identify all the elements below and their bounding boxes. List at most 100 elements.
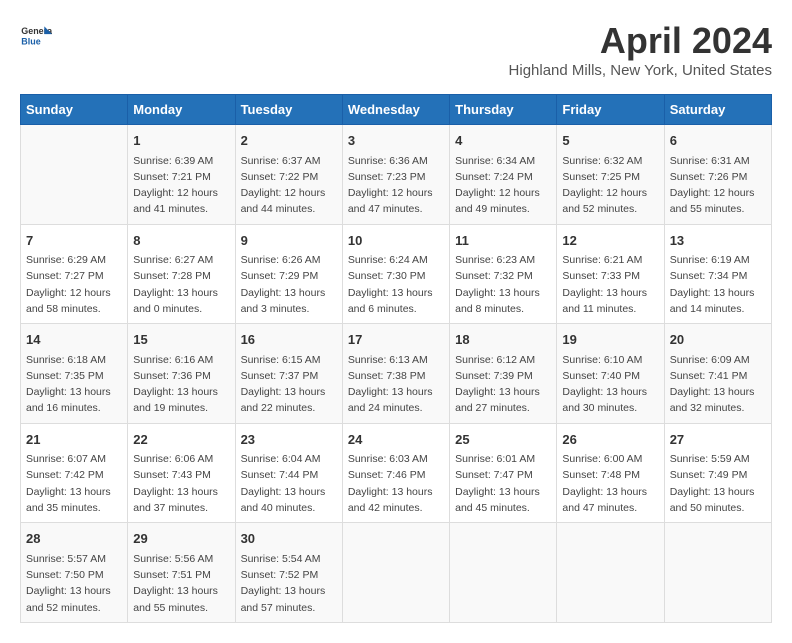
- calendar-cell: 7Sunrise: 6:29 AMSunset: 7:27 PMDaylight…: [21, 224, 128, 324]
- calendar-cell: 1Sunrise: 6:39 AMSunset: 7:21 PMDaylight…: [128, 125, 235, 225]
- calendar-cell: 5Sunrise: 6:32 AMSunset: 7:25 PMDaylight…: [557, 125, 664, 225]
- day-info: Sunrise: 6:03 AMSunset: 7:46 PMDaylight:…: [348, 451, 444, 516]
- day-number: 24: [348, 430, 444, 450]
- calendar-cell: [342, 523, 449, 623]
- calendar-cell: 16Sunrise: 6:15 AMSunset: 7:37 PMDayligh…: [235, 324, 342, 424]
- calendar-cell: 2Sunrise: 6:37 AMSunset: 7:22 PMDaylight…: [235, 125, 342, 225]
- calendar-cell: 18Sunrise: 6:12 AMSunset: 7:39 PMDayligh…: [450, 324, 557, 424]
- day-info: Sunrise: 6:26 AMSunset: 7:29 PMDaylight:…: [241, 252, 337, 317]
- day-number: 5: [562, 131, 658, 151]
- day-number: 29: [133, 529, 229, 549]
- day-info: Sunrise: 6:00 AMSunset: 7:48 PMDaylight:…: [562, 451, 658, 516]
- header-day-sunday: Sunday: [21, 95, 128, 125]
- day-info: Sunrise: 6:06 AMSunset: 7:43 PMDaylight:…: [133, 451, 229, 516]
- calendar-cell: 20Sunrise: 6:09 AMSunset: 7:41 PMDayligh…: [664, 324, 771, 424]
- day-info: Sunrise: 6:21 AMSunset: 7:33 PMDaylight:…: [562, 252, 658, 317]
- calendar-cell: 25Sunrise: 6:01 AMSunset: 7:47 PMDayligh…: [450, 423, 557, 523]
- calendar-cell: 6Sunrise: 6:31 AMSunset: 7:26 PMDaylight…: [664, 125, 771, 225]
- day-info: Sunrise: 6:07 AMSunset: 7:42 PMDaylight:…: [26, 451, 122, 516]
- calendar-cell: [557, 523, 664, 623]
- header-day-wednesday: Wednesday: [342, 95, 449, 125]
- day-number: 10: [348, 231, 444, 251]
- page-title: April 2024: [509, 20, 772, 62]
- day-info: Sunrise: 6:39 AMSunset: 7:21 PMDaylight:…: [133, 153, 229, 218]
- day-info: Sunrise: 5:56 AMSunset: 7:51 PMDaylight:…: [133, 551, 229, 616]
- day-number: 3: [348, 131, 444, 151]
- calendar-cell: 12Sunrise: 6:21 AMSunset: 7:33 PMDayligh…: [557, 224, 664, 324]
- day-number: 9: [241, 231, 337, 251]
- day-number: 28: [26, 529, 122, 549]
- calendar-header-row: SundayMondayTuesdayWednesdayThursdayFrid…: [21, 95, 772, 125]
- day-number: 16: [241, 330, 337, 350]
- calendar-cell: 17Sunrise: 6:13 AMSunset: 7:38 PMDayligh…: [342, 324, 449, 424]
- day-info: Sunrise: 6:01 AMSunset: 7:47 PMDaylight:…: [455, 451, 551, 516]
- day-number: 14: [26, 330, 122, 350]
- day-number: 21: [26, 430, 122, 450]
- day-info: Sunrise: 6:13 AMSunset: 7:38 PMDaylight:…: [348, 352, 444, 417]
- day-number: 11: [455, 231, 551, 251]
- day-info: Sunrise: 6:09 AMSunset: 7:41 PMDaylight:…: [670, 352, 766, 417]
- week-row-3: 14Sunrise: 6:18 AMSunset: 7:35 PMDayligh…: [21, 324, 772, 424]
- day-info: Sunrise: 5:57 AMSunset: 7:50 PMDaylight:…: [26, 551, 122, 616]
- page-header: General Blue April 2024 Highland Mills, …: [20, 20, 772, 79]
- day-number: 1: [133, 131, 229, 151]
- week-row-5: 28Sunrise: 5:57 AMSunset: 7:50 PMDayligh…: [21, 523, 772, 623]
- calendar-cell: 29Sunrise: 5:56 AMSunset: 7:51 PMDayligh…: [128, 523, 235, 623]
- calendar-cell: 30Sunrise: 5:54 AMSunset: 7:52 PMDayligh…: [235, 523, 342, 623]
- calendar-cell: 14Sunrise: 6:18 AMSunset: 7:35 PMDayligh…: [21, 324, 128, 424]
- calendar-cell: [21, 125, 128, 225]
- calendar-cell: 3Sunrise: 6:36 AMSunset: 7:23 PMDaylight…: [342, 125, 449, 225]
- day-number: 23: [241, 430, 337, 450]
- day-info: Sunrise: 6:04 AMSunset: 7:44 PMDaylight:…: [241, 451, 337, 516]
- day-info: Sunrise: 6:31 AMSunset: 7:26 PMDaylight:…: [670, 153, 766, 218]
- day-number: 27: [670, 430, 766, 450]
- day-info: Sunrise: 5:59 AMSunset: 7:49 PMDaylight:…: [670, 451, 766, 516]
- header-day-saturday: Saturday: [664, 95, 771, 125]
- calendar-table: SundayMondayTuesdayWednesdayThursdayFrid…: [20, 94, 772, 623]
- day-number: 6: [670, 131, 766, 151]
- day-number: 25: [455, 430, 551, 450]
- day-info: Sunrise: 6:12 AMSunset: 7:39 PMDaylight:…: [455, 352, 551, 417]
- calendar-cell: 21Sunrise: 6:07 AMSunset: 7:42 PMDayligh…: [21, 423, 128, 523]
- title-area: April 2024 Highland Mills, New York, Uni…: [509, 20, 772, 79]
- day-info: Sunrise: 6:37 AMSunset: 7:22 PMDaylight:…: [241, 153, 337, 218]
- logo: General Blue: [20, 20, 52, 52]
- svg-text:Blue: Blue: [21, 36, 40, 46]
- day-number: 12: [562, 231, 658, 251]
- day-number: 18: [455, 330, 551, 350]
- calendar-cell: 9Sunrise: 6:26 AMSunset: 7:29 PMDaylight…: [235, 224, 342, 324]
- calendar-cell: 11Sunrise: 6:23 AMSunset: 7:32 PMDayligh…: [450, 224, 557, 324]
- week-row-2: 7Sunrise: 6:29 AMSunset: 7:27 PMDaylight…: [21, 224, 772, 324]
- calendar-cell: 10Sunrise: 6:24 AMSunset: 7:30 PMDayligh…: [342, 224, 449, 324]
- day-info: Sunrise: 6:16 AMSunset: 7:36 PMDaylight:…: [133, 352, 229, 417]
- calendar-cell: 26Sunrise: 6:00 AMSunset: 7:48 PMDayligh…: [557, 423, 664, 523]
- calendar-cell: 22Sunrise: 6:06 AMSunset: 7:43 PMDayligh…: [128, 423, 235, 523]
- day-number: 30: [241, 529, 337, 549]
- day-number: 4: [455, 131, 551, 151]
- header-day-friday: Friday: [557, 95, 664, 125]
- calendar-cell: 27Sunrise: 5:59 AMSunset: 7:49 PMDayligh…: [664, 423, 771, 523]
- day-info: Sunrise: 6:10 AMSunset: 7:40 PMDaylight:…: [562, 352, 658, 417]
- day-info: Sunrise: 6:23 AMSunset: 7:32 PMDaylight:…: [455, 252, 551, 317]
- day-number: 17: [348, 330, 444, 350]
- day-info: Sunrise: 6:15 AMSunset: 7:37 PMDaylight:…: [241, 352, 337, 417]
- header-day-thursday: Thursday: [450, 95, 557, 125]
- day-info: Sunrise: 6:24 AMSunset: 7:30 PMDaylight:…: [348, 252, 444, 317]
- week-row-1: 1Sunrise: 6:39 AMSunset: 7:21 PMDaylight…: [21, 125, 772, 225]
- day-info: Sunrise: 6:32 AMSunset: 7:25 PMDaylight:…: [562, 153, 658, 218]
- day-number: 22: [133, 430, 229, 450]
- day-info: Sunrise: 6:29 AMSunset: 7:27 PMDaylight:…: [26, 252, 122, 317]
- calendar-cell: [450, 523, 557, 623]
- day-number: 20: [670, 330, 766, 350]
- day-number: 26: [562, 430, 658, 450]
- day-info: Sunrise: 5:54 AMSunset: 7:52 PMDaylight:…: [241, 551, 337, 616]
- day-number: 8: [133, 231, 229, 251]
- day-number: 13: [670, 231, 766, 251]
- calendar-cell: 8Sunrise: 6:27 AMSunset: 7:28 PMDaylight…: [128, 224, 235, 324]
- day-info: Sunrise: 6:18 AMSunset: 7:35 PMDaylight:…: [26, 352, 122, 417]
- page-subtitle: Highland Mills, New York, United States: [509, 62, 772, 79]
- day-info: Sunrise: 6:27 AMSunset: 7:28 PMDaylight:…: [133, 252, 229, 317]
- calendar-cell: 4Sunrise: 6:34 AMSunset: 7:24 PMDaylight…: [450, 125, 557, 225]
- day-number: 19: [562, 330, 658, 350]
- day-number: 15: [133, 330, 229, 350]
